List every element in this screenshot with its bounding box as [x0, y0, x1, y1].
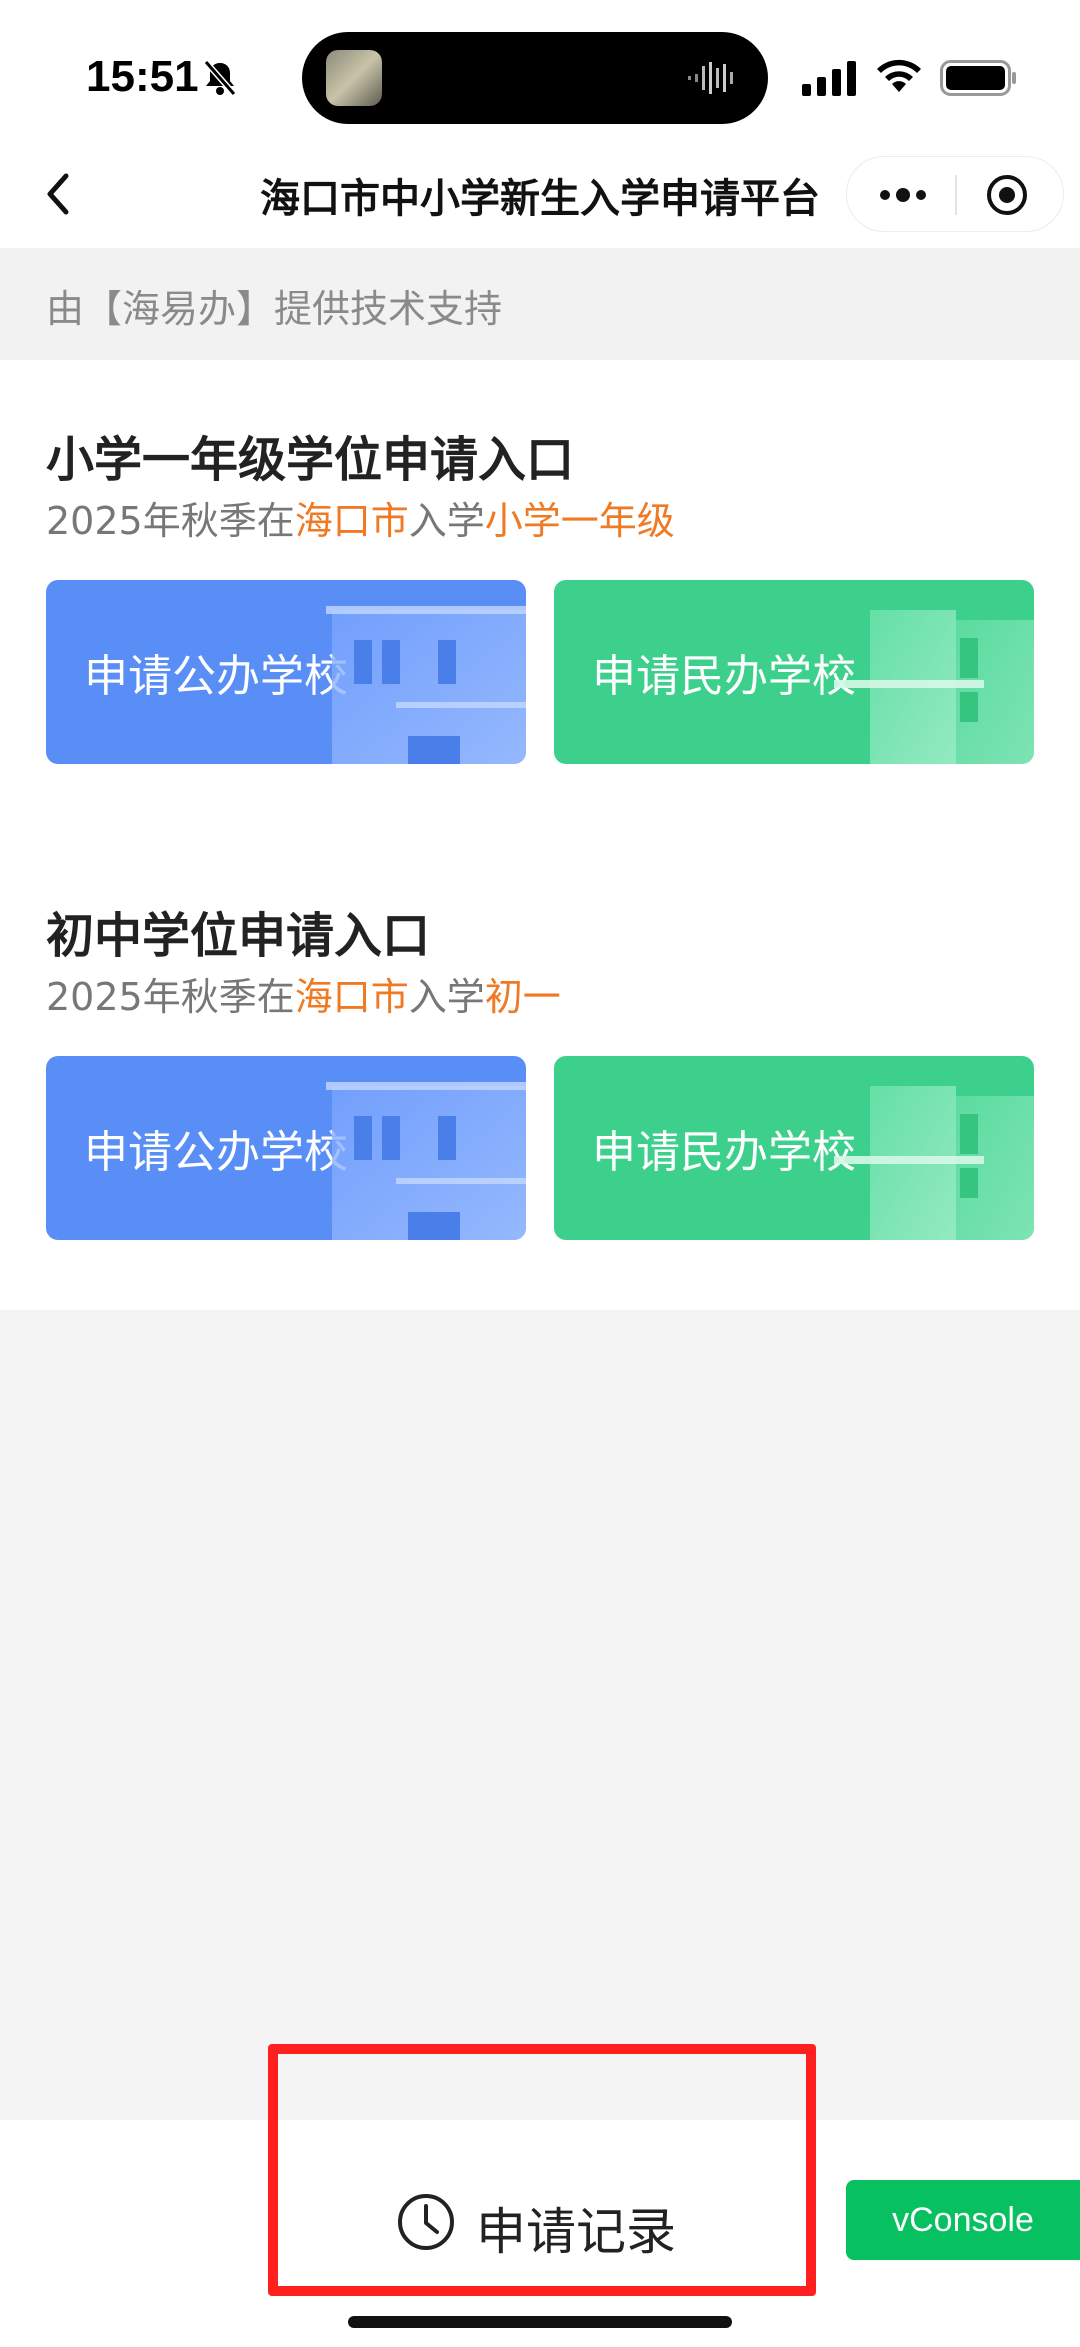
support-text: 由【海易办】提供技术支持	[46, 287, 503, 331]
primary-public-school-button[interactable]: 申请公办学校	[46, 580, 526, 764]
button-label: 申请民办学校	[592, 1127, 856, 1178]
button-label: 申请公办学校	[84, 1127, 348, 1178]
media-thumbnail	[326, 50, 382, 106]
building-icon	[834, 610, 1034, 764]
page-title: 海口市中小学新生入学申请平台	[260, 176, 820, 222]
wifi-icon	[877, 59, 921, 92]
status-time: 15:51	[86, 52, 199, 101]
bell-slash-icon	[203, 60, 237, 96]
back-icon[interactable]	[36, 166, 86, 222]
building-icon	[834, 1086, 1034, 1240]
more-icon[interactable]	[875, 177, 931, 213]
building-icon	[326, 606, 526, 764]
cellular-signal-icon	[802, 61, 856, 96]
primary-private-school-button[interactable]: 申请民办学校	[554, 580, 1034, 764]
button-label: 申请公办学校	[84, 651, 348, 702]
target-icon[interactable]	[985, 173, 1029, 217]
middle-public-school-button[interactable]: 申请公办学校	[46, 1056, 526, 1240]
nav-bar: 海口市中小学新生入学申请平台	[0, 140, 1080, 248]
section-subtitle: 2025年秋季在海口市入学初一	[46, 975, 561, 1019]
section-title: 初中学位申请入口	[46, 908, 431, 964]
vconsole-button[interactable]: vConsole	[846, 2180, 1080, 2260]
middle-private-school-button[interactable]: 申请民办学校	[554, 1056, 1034, 1240]
section-subtitle: 2025年秋季在海口市入学小学一年级	[46, 499, 675, 543]
support-strip: 由【海易办】提供技术支持	[0, 248, 1080, 360]
section-title: 小学一年级学位申请入口	[46, 432, 575, 488]
audio-wave-icon	[688, 62, 733, 94]
status-bar: 15:51	[0, 0, 1080, 140]
building-icon	[326, 1082, 526, 1240]
capsule-divider	[955, 175, 957, 215]
battery-icon	[940, 60, 1016, 96]
annotation-highlight-box	[268, 2044, 816, 2296]
dynamic-island	[302, 32, 768, 124]
home-indicator	[348, 2316, 732, 2328]
main-card: 小学一年级学位申请入口 2025年秋季在海口市入学小学一年级 申请公办学校 申请…	[0, 360, 1080, 1310]
mini-program-capsule	[846, 156, 1064, 232]
button-label: 申请民办学校	[592, 651, 856, 702]
